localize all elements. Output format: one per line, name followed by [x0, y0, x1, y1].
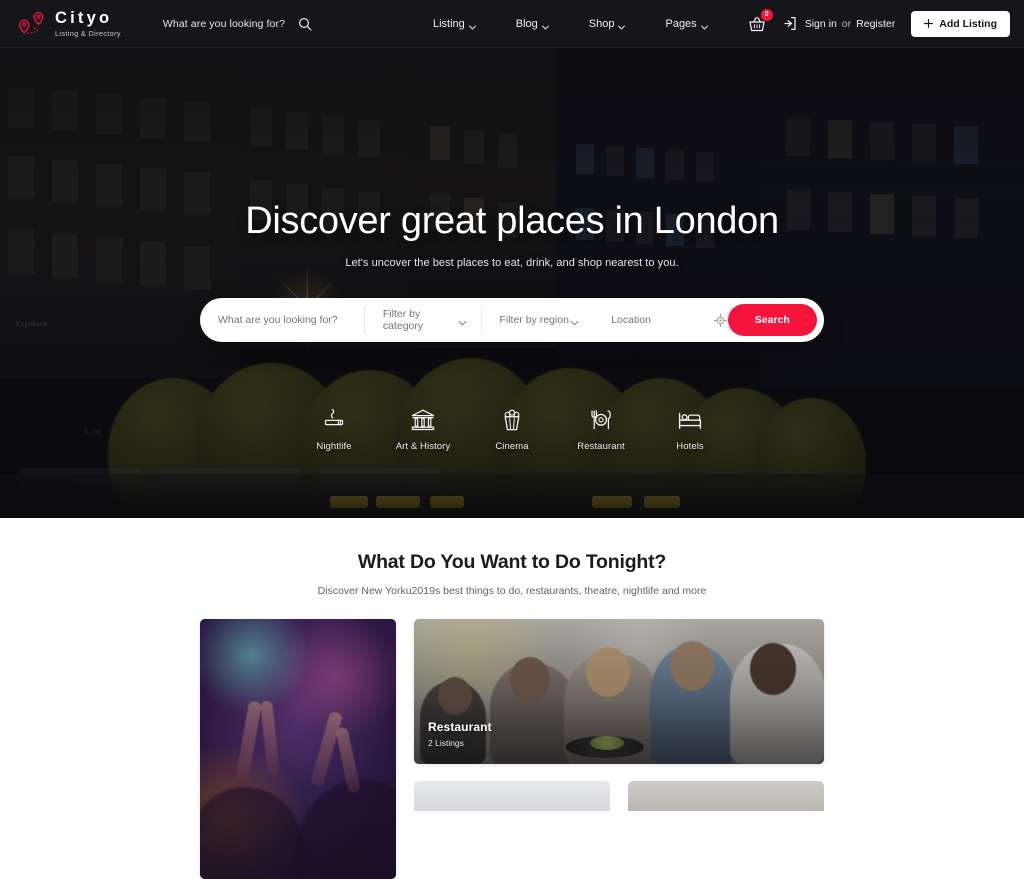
category-cinema[interactable]: Cinema: [475, 408, 549, 452]
auth-separator: or: [841, 17, 852, 30]
category-cards-grid: Restaurant 2 Listings: [200, 619, 824, 879]
museum-icon: [410, 408, 436, 432]
map-pin-route-icon: [16, 10, 48, 38]
sign-in-icon[interactable]: [782, 16, 797, 31]
region-filter-select[interactable]: Filter by region: [481, 306, 593, 334]
tonight-section: What Do You Want to Do Tonight? Discover…: [0, 518, 1024, 879]
sign-in-link[interactable]: Sign in: [805, 18, 837, 30]
plate-cutlery-icon: [588, 408, 614, 432]
nav-item-shop[interactable]: Shop: [569, 18, 646, 30]
nav-label: Listing: [432, 17, 465, 30]
nav-label: Shop: [588, 17, 615, 30]
cart-button[interactable]: 0: [746, 8, 773, 35]
card-caption: Restaurant 2 Listings: [428, 720, 492, 748]
brand-name: Cityo: [55, 9, 113, 28]
card-title: Restaurant: [428, 720, 492, 734]
chevron-down-icon: [570, 317, 579, 326]
category-card-partial-right[interactable]: [628, 781, 824, 811]
chevron-down-icon: [541, 21, 549, 30]
hero-category-list: Nightlife Art & History Cinema Restauran…: [297, 408, 727, 452]
popcorn-icon: [499, 408, 525, 432]
category-label: Cinema: [495, 441, 529, 452]
cards-column-left: [200, 619, 396, 879]
brand-tagline: Listing & Directory: [55, 28, 121, 38]
category-label: Nightlife: [316, 441, 352, 452]
shopping-basket-icon: [746, 16, 768, 39]
category-hotels[interactable]: Hotels: [653, 408, 727, 452]
bed-icon: [677, 408, 703, 432]
category-nightlife[interactable]: Nightlife: [297, 408, 371, 452]
nav-label: Pages: [665, 17, 697, 30]
chevron-down-icon: [457, 317, 467, 326]
section-subtitle: Discover New Yorku2019s best things to d…: [317, 585, 707, 597]
search-icon[interactable]: [298, 17, 312, 31]
category-label: Restaurant: [577, 441, 625, 452]
nav-label: Blog: [515, 17, 538, 30]
nav-item-blog[interactable]: Blog: [496, 18, 569, 30]
category-label: Hotels: [676, 441, 704, 452]
category-label: Art & History: [395, 441, 451, 452]
plus-icon: [924, 19, 934, 28]
crosshair-icon[interactable]: [714, 313, 728, 327]
cards-column-right: Restaurant 2 Listings: [414, 619, 824, 879]
next-cards-row: [414, 781, 824, 811]
search-submit-button[interactable]: Search: [727, 304, 817, 336]
add-listing-label: Add Listing: [939, 17, 997, 30]
cart-count-badge: 0: [760, 8, 773, 21]
cigarette-icon: [321, 408, 347, 432]
site-header: Cityo Listing & Directory What are you l…: [0, 0, 1024, 48]
search-keyword-input[interactable]: What are you looking for?: [200, 306, 364, 334]
category-card-restaurant[interactable]: Restaurant 2 Listings: [414, 619, 824, 764]
nav-item-listing[interactable]: Listing: [413, 18, 496, 30]
add-listing-button[interactable]: Add Listing: [911, 10, 1010, 37]
main-nav: Listing Blog Shop Pages: [413, 18, 728, 30]
search-button-label: Search: [754, 314, 790, 326]
section-header: What Do You Want to Do Tonight? Discover…: [0, 518, 1024, 597]
category-card-partial-left[interactable]: [414, 781, 610, 811]
chevron-down-icon: [700, 21, 708, 30]
chevron-down-icon: [618, 21, 626, 30]
nav-item-pages[interactable]: Pages: [645, 18, 727, 30]
region-filter-label: Filter by region: [499, 314, 569, 326]
card-overlay: [200, 619, 396, 879]
category-restaurant[interactable]: Restaurant: [564, 408, 638, 452]
category-art-history[interactable]: Art & History: [386, 408, 460, 452]
section-title: What Do You Want to Do Tonight?: [357, 551, 667, 573]
search-keyword-placeholder: What are you looking for?: [218, 314, 338, 326]
hero-banner: Expobank BANK STARBUCKS COFFEE Disco: [0, 48, 1024, 518]
hero-subtitle: Let's uncover the best places to eat, dr…: [345, 257, 679, 269]
card-listing-count: 2 Listings: [428, 738, 464, 748]
hero-title: Discover great places in London: [245, 200, 779, 242]
header-search-label: What are you looking for?: [162, 17, 286, 30]
hero-search-bar: What are you looking for? Filter by cate…: [200, 298, 824, 342]
category-card-nightlife[interactable]: [200, 619, 396, 879]
header-actions: 0 Sign in or Register Add Listing: [746, 8, 1010, 37]
category-filter-select[interactable]: Filter by category: [365, 306, 481, 334]
brand-logo[interactable]: Cityo Listing & Directory: [16, 10, 121, 38]
location-placeholder: Location: [611, 314, 651, 326]
location-input[interactable]: Location: [593, 306, 708, 334]
category-filter-label: Filter by category: [382, 308, 424, 332]
register-link[interactable]: Register: [856, 18, 895, 30]
chevron-down-icon: [468, 21, 476, 30]
header-search[interactable]: What are you looking for?: [163, 17, 312, 31]
